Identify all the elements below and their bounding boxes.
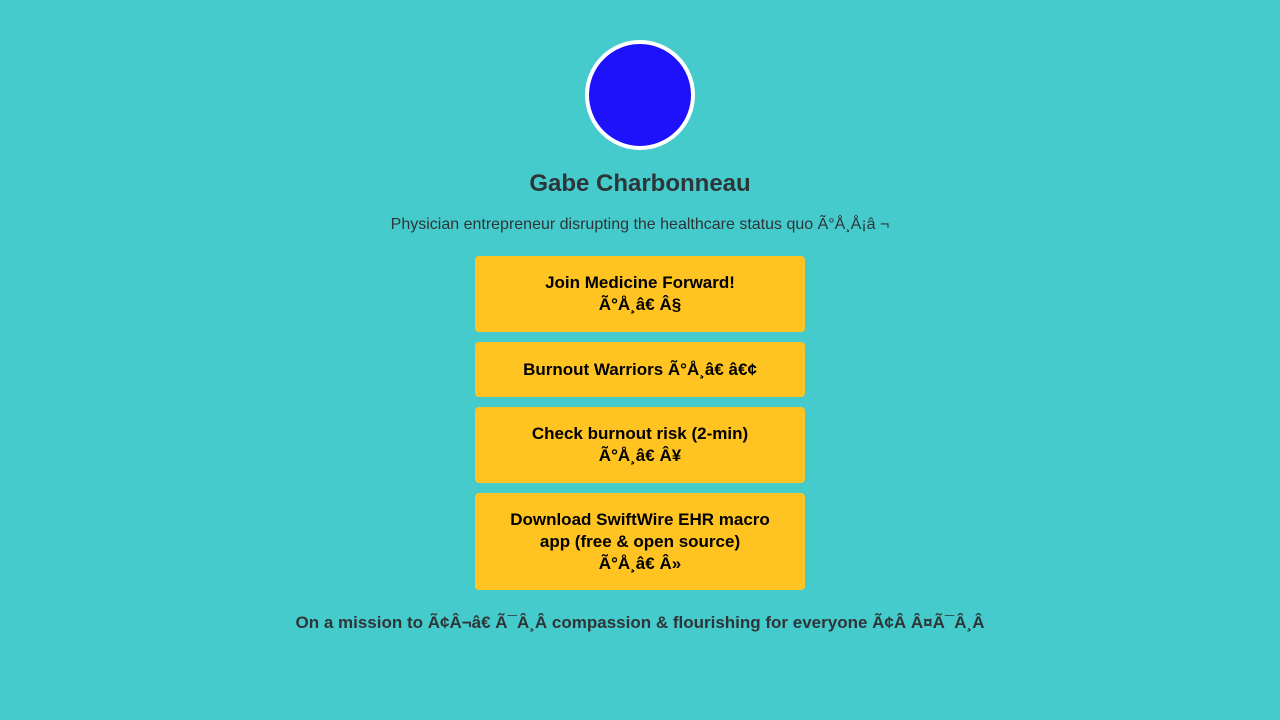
link-button-medicine-forward[interactable]: Join Medicine Forward! Ã°Å¸â€ Â§ — [475, 256, 805, 332]
link-list: Join Medicine Forward! Ã°Å¸â€ Â§ Burnout… — [475, 256, 805, 600]
profile-page: Gabe Charbonneau Physician entrepreneur … — [0, 0, 1280, 720]
mission-statement: On a mission to Ã¢Â¬â€ Ã¯Â¸Â compassion … — [295, 613, 985, 632]
profile-bio: Physician entrepreneur disrupting the he… — [390, 216, 890, 233]
link-button-swiftwire-download[interactable]: Download SwiftWire EHR macro app (free &… — [475, 493, 805, 590]
avatar — [585, 40, 695, 150]
link-button-burnout-risk[interactable]: Check burnout risk (2-min) Ã°Å¸â€ Â¥ — [475, 407, 805, 483]
profile-name: Gabe Charbonneau — [529, 170, 751, 197]
link-button-burnout-warriors[interactable]: Burnout Warriors Ã°Å¸â€ â€¢ — [475, 342, 805, 397]
